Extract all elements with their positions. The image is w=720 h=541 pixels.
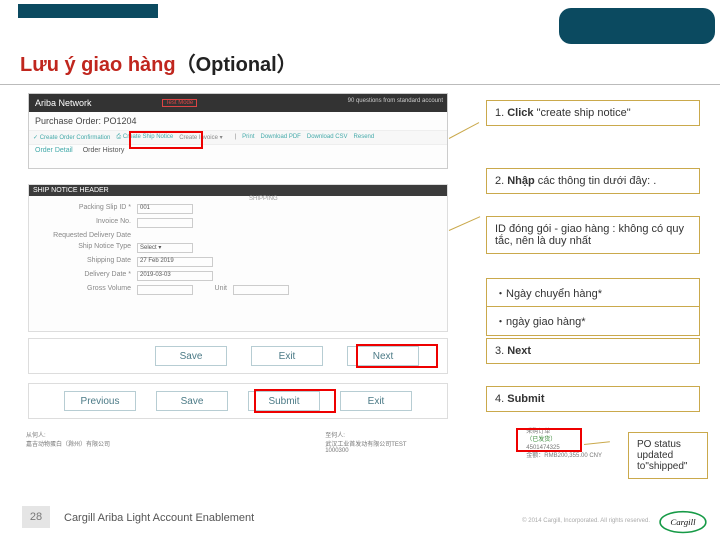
tab-row: Order Detail Order History xyxy=(29,145,447,156)
previous-button[interactable]: Previous xyxy=(64,391,136,411)
download-pdf-button[interactable]: Download PDF xyxy=(261,134,301,141)
screenshot-ship-form: SHIP NOTICE HEADER SHIPPING Packing Slip… xyxy=(28,184,448,332)
create-order-confirmation-button[interactable]: ✓ Create Order Confirmation xyxy=(33,134,110,141)
invoice-no-input[interactable] xyxy=(137,218,193,228)
annotation-ship-date: ・Ngày chuyển hàng* xyxy=(486,278,700,308)
from-value: 嘉吉动物蛋白（滁州）有限公司 xyxy=(26,439,313,448)
po-amount: 金额：RMB200,355.00 CNY xyxy=(526,452,602,460)
po-toolbar: ✓ Create Order Confirmation ⎙ Create Shi… xyxy=(29,130,447,145)
print-button[interactable]: Print xyxy=(242,134,254,141)
copyright: © 2014 Cargill, Incorporated. All rights… xyxy=(522,518,650,524)
unit-input[interactable] xyxy=(233,285,289,295)
download-csv-button[interactable]: Download CSV xyxy=(307,134,348,141)
label-req-delivery: Requested Delivery Date xyxy=(37,232,137,239)
save-button[interactable]: Save xyxy=(155,346,227,366)
annotation-packing-id: ID đóng gói - giao hàng : không có quy t… xyxy=(486,216,700,254)
annotation-step-3: 3. Next xyxy=(486,338,700,364)
packing-slip-input[interactable]: 001 xyxy=(137,204,193,214)
tab-order-detail[interactable]: Order Detail xyxy=(35,147,73,154)
exit-button-2[interactable]: Exit xyxy=(340,391,412,411)
tab-order-history[interactable]: Order History xyxy=(83,147,125,154)
page-number: 28 xyxy=(22,506,50,528)
resend-button[interactable]: Resend xyxy=(354,134,375,141)
exit-button[interactable]: Exit xyxy=(251,346,323,366)
save-button-2[interactable]: Save xyxy=(156,391,228,411)
po-number: Purchase Order: PO1204 xyxy=(29,112,447,130)
slide-footer: 28 Cargill Ariba Light Account Enablemen… xyxy=(0,494,720,540)
cargill-logo: Cargill xyxy=(658,504,710,536)
form-section-header: SHIP NOTICE HEADER xyxy=(29,185,447,196)
title-optional: （Optional） xyxy=(176,54,297,76)
test-mode-badge: Test Mode xyxy=(162,99,198,107)
highlight-submit xyxy=(254,389,336,413)
title-underline xyxy=(0,84,720,85)
leader-line-2 xyxy=(449,216,480,231)
page-title: Lưu ý giao hàng（Optional） xyxy=(20,48,297,77)
ariba-titlebar: Ariba Network Test Mode 90 questions fro… xyxy=(29,94,447,112)
decorative-header xyxy=(0,0,720,24)
header-right-text: 90 questions from standard account xyxy=(348,98,443,104)
shipping-date-input[interactable]: 27 Feb 2019 xyxy=(137,257,213,267)
leader-line-1 xyxy=(449,122,479,139)
screenshot-po-status: 从何人: 嘉吉动物蛋白（滁州）有限公司 至何人: 武汉工业首发动有限公司TEST… xyxy=(20,426,700,472)
label-delivery-date: Delivery Date * xyxy=(37,271,137,281)
highlight-next xyxy=(356,344,438,368)
annotation-step-2: 2. Nhập các thông tin dưới đây: . xyxy=(486,168,700,194)
annotation-po-status: PO status updated to"shipped" xyxy=(628,432,708,479)
annotation-delivery-date: ・ngày giao hàng* xyxy=(486,306,700,336)
highlight-shipped-status xyxy=(516,428,582,452)
ariba-brand: Ariba Network xyxy=(35,98,92,108)
label-shipping-date: Shipping Date xyxy=(37,257,137,267)
label-packing-slip: Packing Slip ID * xyxy=(37,204,137,214)
highlight-create-ship-notice xyxy=(129,131,203,149)
screenshot-buttons-submit: Previous Save Submit Exit xyxy=(28,383,448,419)
gross-volume-input[interactable] xyxy=(137,285,193,295)
label-unit: Unit xyxy=(193,285,233,295)
screenshot-po-header: Ariba Network Test Mode 90 questions fro… xyxy=(28,93,448,169)
svg-text:Cargill: Cargill xyxy=(670,517,696,527)
label-ship-type: Ship Notice Type xyxy=(37,243,137,253)
footer-title: Cargill Ariba Light Account Enablement xyxy=(64,512,254,524)
ship-type-select[interactable]: Select ▾ xyxy=(137,243,193,253)
annotation-step-1: 1. Click "create ship notice" xyxy=(486,100,700,126)
delivery-date-input[interactable]: 2019-03-03 xyxy=(137,271,213,281)
title-main: Lưu ý giao hàng xyxy=(20,54,176,76)
annotation-step-4: 4. Submit xyxy=(486,386,700,412)
label-gross-volume: Gross Volume xyxy=(37,285,137,295)
label-invoice-no: Invoice No. xyxy=(37,218,137,228)
from-label: 从何人: xyxy=(26,430,313,439)
